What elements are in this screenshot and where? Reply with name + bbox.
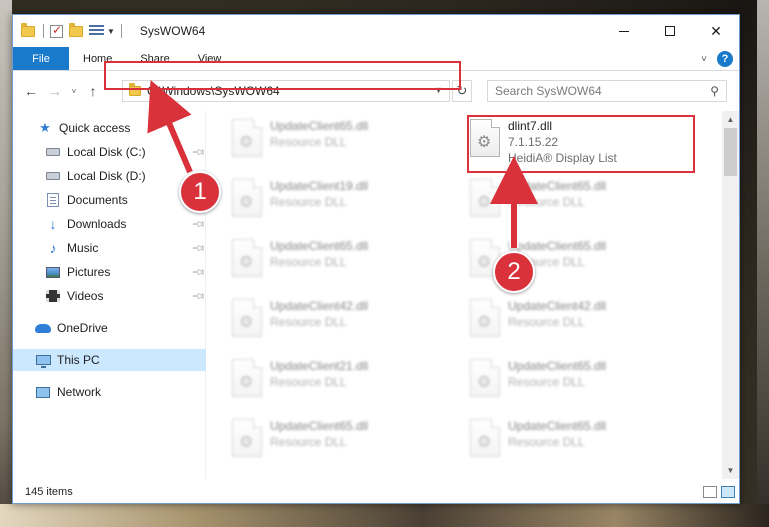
arrow-1 bbox=[147, 79, 193, 174]
annotation-arrows bbox=[147, 79, 538, 248]
step-1-badge: 1 bbox=[179, 171, 221, 213]
step-2-badge: 2 bbox=[493, 251, 535, 293]
